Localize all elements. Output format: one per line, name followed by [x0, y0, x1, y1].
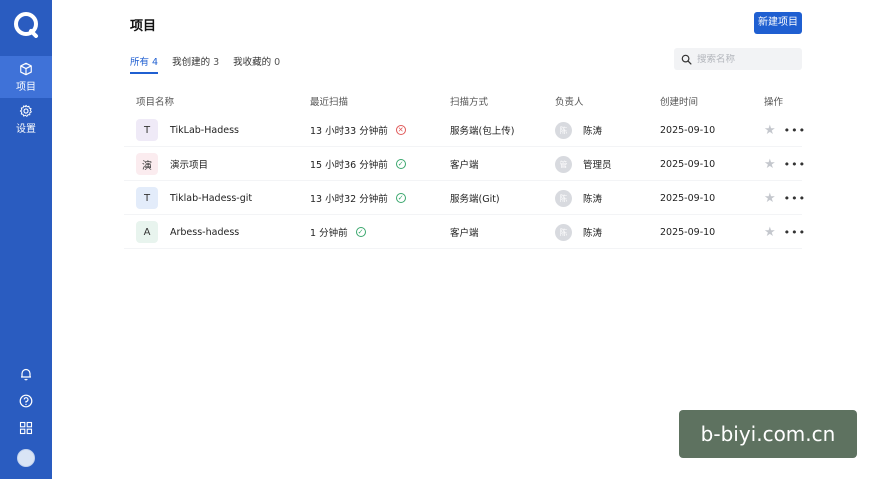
last-scan-text: 13 小时33 分钟前	[310, 126, 388, 137]
scan-failed-icon: ✕	[395, 125, 406, 135]
owner-avatar: 陈	[555, 189, 572, 207]
last-scan-cell: 13 小时33 分钟前 ✕	[310, 113, 406, 147]
project-icon: A	[136, 221, 158, 243]
column-header-owner: 负责人	[555, 97, 584, 108]
project-name-link[interactable]: Tiklab-Hadess-git	[170, 193, 252, 204]
table-row[interactable]: T Tiklab-Hadess-git 13 小时32 分钟前 ✓ 服务端(Git) 陈陈…	[124, 181, 805, 215]
table-header: 项目名称 最近扫描 扫描方式 负责人 创建时间 操作	[124, 88, 802, 114]
last-scan-text: 1 分钟前	[310, 228, 348, 239]
last-scan-cell: 13 小时32 分钟前 ✓	[310, 181, 406, 215]
project-name-link[interactable]: Arbess-hadess	[170, 227, 239, 238]
favorite-star-icon[interactable]: ★	[764, 123, 776, 138]
more-actions-icon[interactable]: •••	[784, 124, 806, 137]
tab-count: 4	[152, 57, 159, 68]
project-name-link[interactable]: 演示项目	[170, 157, 208, 171]
tab-count: 3	[213, 57, 220, 68]
column-header-created: 创建时间	[660, 97, 699, 108]
column-header-name: 项目名称	[136, 97, 175, 108]
owner-cell: 陈陈涛	[555, 215, 602, 249]
scan-success-icon: ✓	[395, 193, 406, 203]
apps-grid-icon[interactable]	[19, 421, 33, 435]
owner-avatar: 陈	[555, 223, 572, 241]
tab-all[interactable]: 所有 4	[130, 54, 159, 74]
filter-tabs: 所有 4 我创建的 3 我收藏的 0	[130, 54, 280, 74]
created-date-cell: 2025-09-10	[660, 192, 716, 204]
help-icon[interactable]	[19, 394, 33, 408]
column-header-actions: 操作	[764, 97, 784, 108]
scan-method-cell: 客户端	[450, 228, 479, 239]
scan-success-icon: ✓	[395, 159, 406, 169]
scan-method-cell: 服务端(包上传)	[450, 126, 515, 137]
more-actions-icon[interactable]: •••	[784, 226, 806, 239]
last-scan-cell: 1 分钟前 ✓	[310, 215, 366, 249]
favorite-star-icon[interactable]: ★	[764, 225, 776, 240]
owner-avatar: 管	[555, 155, 572, 173]
search-icon	[681, 54, 692, 65]
project-name-cell: T Tiklab-Hadess-git	[136, 181, 252, 215]
owner-cell: 陈陈涛	[555, 181, 602, 215]
tab-label: 我创建的	[172, 57, 211, 68]
table-row[interactable]: T TikLab-Hadess 13 小时33 分钟前 ✕ 服务端(包上传) 陈陈涛 202…	[124, 113, 805, 147]
user-avatar[interactable]	[17, 449, 35, 467]
more-actions-icon[interactable]: •••	[784, 192, 806, 205]
tab-label: 我收藏的	[233, 57, 272, 68]
sidebar: 项目 设置	[0, 0, 52, 479]
created-date-cell: 2025-09-10	[660, 158, 716, 170]
sidebar-item-settings[interactable]: 设置	[0, 98, 52, 140]
new-project-button[interactable]: 新建项目	[754, 12, 802, 34]
bell-icon[interactable]	[19, 367, 33, 381]
owner-name: 陈涛	[583, 228, 603, 239]
created-date-cell: 2025-09-10	[660, 226, 716, 238]
favorite-star-icon[interactable]: ★	[764, 157, 776, 172]
sidebar-item-label: 项目	[16, 81, 36, 93]
scan-success-icon: ✓	[355, 227, 366, 237]
project-name-cell: T TikLab-Hadess	[136, 113, 239, 147]
actions-cell: ★ •••	[764, 181, 806, 215]
table-row[interactable]: 演演示项目 15 小时36 分钟前 ✓ 客户端 管管理员 2025-09-10 ★ •••	[124, 147, 805, 181]
cube-icon	[20, 62, 32, 75]
gear-icon	[19, 104, 32, 117]
search-input[interactable]	[697, 53, 797, 65]
app-logo-icon[interactable]	[12, 10, 40, 38]
actions-cell: ★ •••	[764, 147, 806, 181]
project-icon: 演	[136, 153, 158, 175]
actions-cell: ★ •••	[764, 113, 806, 147]
last-scan-cell: 15 小时36 分钟前 ✓	[310, 147, 406, 181]
tab-created-by-me[interactable]: 我创建的 3	[172, 54, 219, 74]
column-header-last-scan: 最近扫描	[310, 97, 349, 108]
owner-name: 陈涛	[583, 194, 603, 205]
search-box	[674, 48, 802, 70]
project-icon: T	[136, 119, 158, 141]
tab-favorites[interactable]: 我收藏的 0	[233, 54, 280, 74]
column-header-scan-method: 扫描方式	[450, 97, 489, 108]
owner-cell: 陈陈涛	[555, 113, 602, 147]
last-scan-text: 13 小时32 分钟前	[310, 194, 388, 205]
owner-avatar: 陈	[555, 121, 572, 139]
favorite-star-icon[interactable]: ★	[764, 191, 776, 206]
page-title: 项目	[130, 19, 157, 34]
owner-name: 陈涛	[583, 126, 603, 137]
tab-count: 0	[274, 57, 281, 68]
project-name-cell: 演演示项目	[136, 147, 208, 181]
table-row[interactable]: A Arbess-hadess 1 分钟前 ✓ 客户端 陈陈涛 2025-09-10 ★ •••	[124, 215, 805, 249]
sidebar-item-projects[interactable]: 项目	[0, 56, 52, 98]
project-name-link[interactable]: TikLab-Hadess	[170, 125, 239, 136]
owner-cell: 管管理员	[555, 147, 612, 181]
scan-method-cell: 服务端(Git)	[450, 194, 500, 205]
scan-method-cell: 客户端	[450, 160, 479, 171]
created-date-cell: 2025-09-10	[660, 124, 716, 136]
tab-label: 所有	[130, 57, 150, 68]
watermark: b-biyi.com.cn	[679, 410, 857, 458]
last-scan-text: 15 小时36 分钟前	[310, 160, 388, 171]
owner-name: 管理员	[583, 160, 612, 171]
project-name-cell: A Arbess-hadess	[136, 215, 239, 249]
sidebar-item-label: 设置	[16, 123, 36, 135]
more-actions-icon[interactable]: •••	[784, 158, 806, 171]
project-icon: T	[136, 187, 158, 209]
actions-cell: ★ •••	[764, 215, 806, 249]
